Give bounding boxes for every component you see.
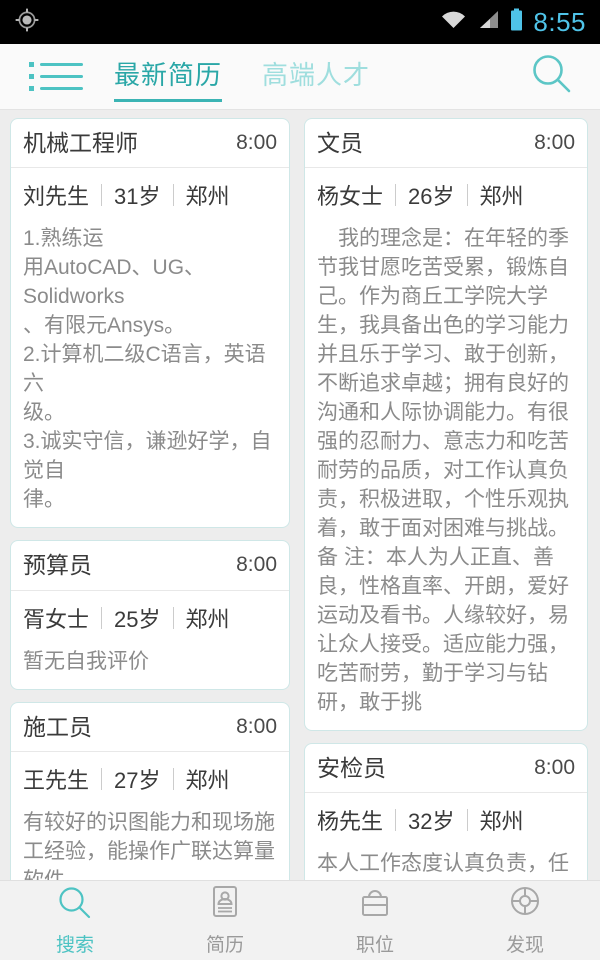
status-bar-right: 8:55 [440, 7, 586, 38]
resume-person-city: 郑州 [185, 184, 230, 210]
resume-card[interactable]: 机械工程师 8:00 刘先生 31岁 郑州 1.熟练运 用AutoCAD、UG、Solid… [10, 118, 290, 529]
resume-person-name: 杨女士 [317, 184, 384, 210]
nav-label-search: 搜索 [55, 935, 94, 956]
tab-latest-resumes[interactable]: 最新简历 [112, 51, 224, 102]
resume-column-right: 文员 8:00 杨女士 26岁 郑州 我的理念是：在年轻的季节我甘愿吃苦受累，锻炼自己。… [300, 110, 600, 880]
resume-time: 8:00 [534, 755, 575, 779]
resume-job-title: 机械工程师 [23, 130, 138, 156]
resume-time: 8:00 [236, 714, 277, 738]
status-bar: 8:55 [0, 0, 600, 44]
battery-icon [509, 8, 524, 37]
resume-summary: 本人工作态度认真负责，任劳任怨，团结同事，具有亲和力。性格踏实稳重。在工作中遇到… [317, 852, 569, 876]
resume-person-city: 郑州 [479, 809, 524, 835]
resume-job-title: 施工员 [23, 713, 92, 740]
resume-card-header: 安检员 8:00 [305, 744, 587, 794]
resume-person-city: 郑州 [185, 606, 230, 632]
resume-feed[interactable]: 机械工程师 8:00 刘先生 31岁 郑州 1.熟练运 用AutoCAD、UG、Solid… [0, 110, 600, 880]
bottom-navigation: 搜索 简历 职位 发现 [0, 880, 600, 960]
resume-job-title: 预算员 [23, 552, 92, 579]
wifi-icon [440, 9, 467, 36]
resume-time: 8:00 [236, 131, 277, 154]
resume-column-left: 机械工程师 8:00 刘先生 31岁 郑州 1.熟练运 用AutoCAD、UG、Solid… [0, 110, 300, 880]
resume-card-header: 预算员 8:00 [11, 541, 289, 591]
resume-summary: 暂无自我评价 [23, 649, 149, 673]
nav-item-search[interactable]: 搜索 [0, 884, 150, 957]
resume-card-icon [206, 884, 244, 927]
resume-person-age: 31岁 [114, 184, 161, 210]
status-bar-left [14, 7, 40, 38]
resume-person-row: 胥女士 25岁 郑州 [11, 591, 289, 644]
resume-job-title: 安检员 [317, 754, 386, 781]
search-icon [56, 884, 94, 927]
resume-person-row: 杨女士 26岁 郑州 [305, 168, 587, 221]
status-bar-clock: 8:55 [533, 6, 586, 37]
resume-person-age: 27岁 [114, 767, 161, 793]
tab-top-talent[interactable]: 高端人才 [260, 51, 372, 102]
resume-person-age: 25岁 [114, 606, 161, 632]
resume-person-city: 郑州 [479, 184, 524, 210]
resume-time: 8:00 [534, 131, 575, 154]
resume-card[interactable]: 施工员 8:00 王先生 27岁郑州有较好的识图能力和现场施工经验，能操作广联达算量软… [10, 701, 290, 880]
nav-item-resume[interactable]: 简历 [150, 884, 300, 957]
resume-person-name: 王先生 [23, 767, 90, 793]
gps-location-icon [14, 7, 40, 38]
resume-summary: 1.熟练运 用AutoCAD、UG、Solidworks 、有限元Ansys。 … [23, 227, 272, 512]
signal-icon [476, 9, 500, 36]
list-menu-icon [29, 62, 83, 91]
nav-item-discover[interactable]: 发现 [450, 884, 600, 957]
app-header: 最新简历 高端人才 [0, 44, 600, 110]
nav-label-resume: 简历 [205, 935, 244, 956]
resume-card-header: 机械工程师 8:00 [11, 119, 289, 169]
resume-card[interactable]: 预算员 8:00 胥女士 25岁 郑州暂无自我评价 [10, 540, 290, 690]
resume-person-age: 32岁 [408, 809, 455, 835]
resume-person-name: 胥女士 [23, 606, 90, 632]
nav-label-jobs: 职位 [355, 935, 394, 956]
resume-card[interactable]: 文员 8:00 杨女士 26岁 郑州 我的理念是：在年轻的季节我甘愿吃苦受累，锻炼自己。… [304, 118, 588, 731]
resume-summary: 有较好的识图能力和现场施工经验，能操作广联达算量软件 [23, 810, 275, 880]
resume-person-name: 杨先生 [317, 809, 384, 835]
resume-person-age: 26岁 [408, 184, 455, 210]
resume-person-row: 杨先生 32岁 郑州 [305, 793, 587, 846]
resume-person-city: 郑州 [185, 767, 230, 793]
resume-card-header: 文员 8:00 [305, 119, 587, 169]
resume-person-row: 王先生 27岁 郑州 [11, 752, 289, 805]
header-tabs: 最新简历 高端人才 [112, 51, 504, 102]
compass-target-icon [506, 884, 544, 927]
resume-card-header: 施工员 8:00 [11, 703, 289, 752]
nav-label-discover: 发现 [505, 935, 544, 956]
resume-card[interactable]: 安检员 8:00 杨先生 32岁郑州本人工作态度认真负责，任劳任怨，团结同事，具有亲和… [304, 742, 588, 880]
resume-summary: 我的理念是：在年轻的季节我甘愿吃苦受累，锻炼自己。作为商丘工学院大学生，我具备出… [317, 227, 569, 714]
search-icon [529, 51, 575, 102]
resume-job-title: 文员 [317, 130, 363, 156]
menu-button[interactable] [0, 62, 112, 91]
header-search-button[interactable] [504, 51, 600, 102]
resume-time: 8:00 [236, 553, 277, 577]
nav-item-jobs[interactable]: 职位 [300, 884, 450, 957]
briefcase-icon [356, 884, 394, 927]
resume-person-name: 刘先生 [23, 184, 90, 210]
resume-person-row: 刘先生 31岁 郑州 [11, 168, 289, 221]
